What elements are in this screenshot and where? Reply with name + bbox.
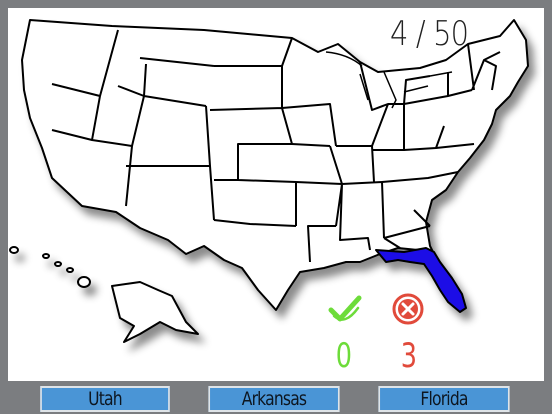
answer-label: Arkansas — [241, 388, 307, 410]
x-circle-icon — [392, 293, 424, 325]
state-alaska — [111, 281, 199, 343]
us-map — [9, 19, 529, 343]
answer-label: Utah — [88, 388, 122, 410]
correct-count: 0 — [335, 336, 352, 376]
answer-label: Florida — [420, 388, 468, 410]
progress-counter: 4 / 50 — [390, 14, 469, 54]
answer-button-3[interactable]: Florida — [378, 386, 510, 412]
wrong-count: 3 — [400, 336, 417, 376]
check-icon — [328, 295, 362, 322]
answer-button-1[interactable]: Utah — [40, 386, 170, 412]
answer-button-2[interactable]: Arkansas — [208, 386, 340, 412]
contiguous-us-outline — [21, 19, 529, 311]
state-hawaii — [9, 246, 91, 288]
